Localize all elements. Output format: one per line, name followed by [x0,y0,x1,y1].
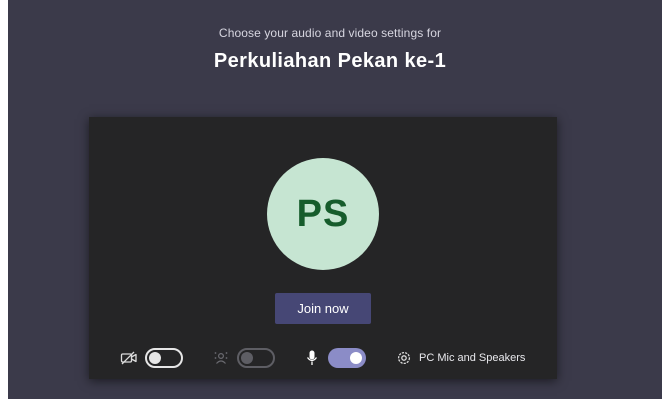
avatar-initials: PS [296,192,350,235]
audio-device-label[interactable]: PC Mic and Speakers [419,352,525,364]
video-preview-panel: PS Join now PC Mic and Speakers [89,117,557,379]
microphone-toggle[interactable] [328,348,366,368]
microphone-icon [302,348,322,368]
device-controls-bar: PC Mic and Speakers [89,345,557,371]
gear-icon[interactable] [394,348,414,368]
background-effects-control [211,345,275,371]
join-now-button[interactable]: Join now [275,293,371,324]
meeting-title: Perkuliahan Pekan ke-1 [213,50,447,72]
camera-toggle[interactable] [145,348,183,368]
settings-subtitle: Choose your audio and video settings for [218,26,442,40]
camera-off-icon [119,348,139,368]
background-blur-icon [211,348,231,368]
background-effects-toggle[interactable] [237,348,275,368]
avatar: PS [267,158,379,270]
microphone-control [302,345,366,371]
audio-device-control[interactable]: PC Mic and Speakers [394,345,525,371]
camera-control [119,345,183,371]
pre-join-screen: Choose your audio and video settings for… [8,0,662,399]
